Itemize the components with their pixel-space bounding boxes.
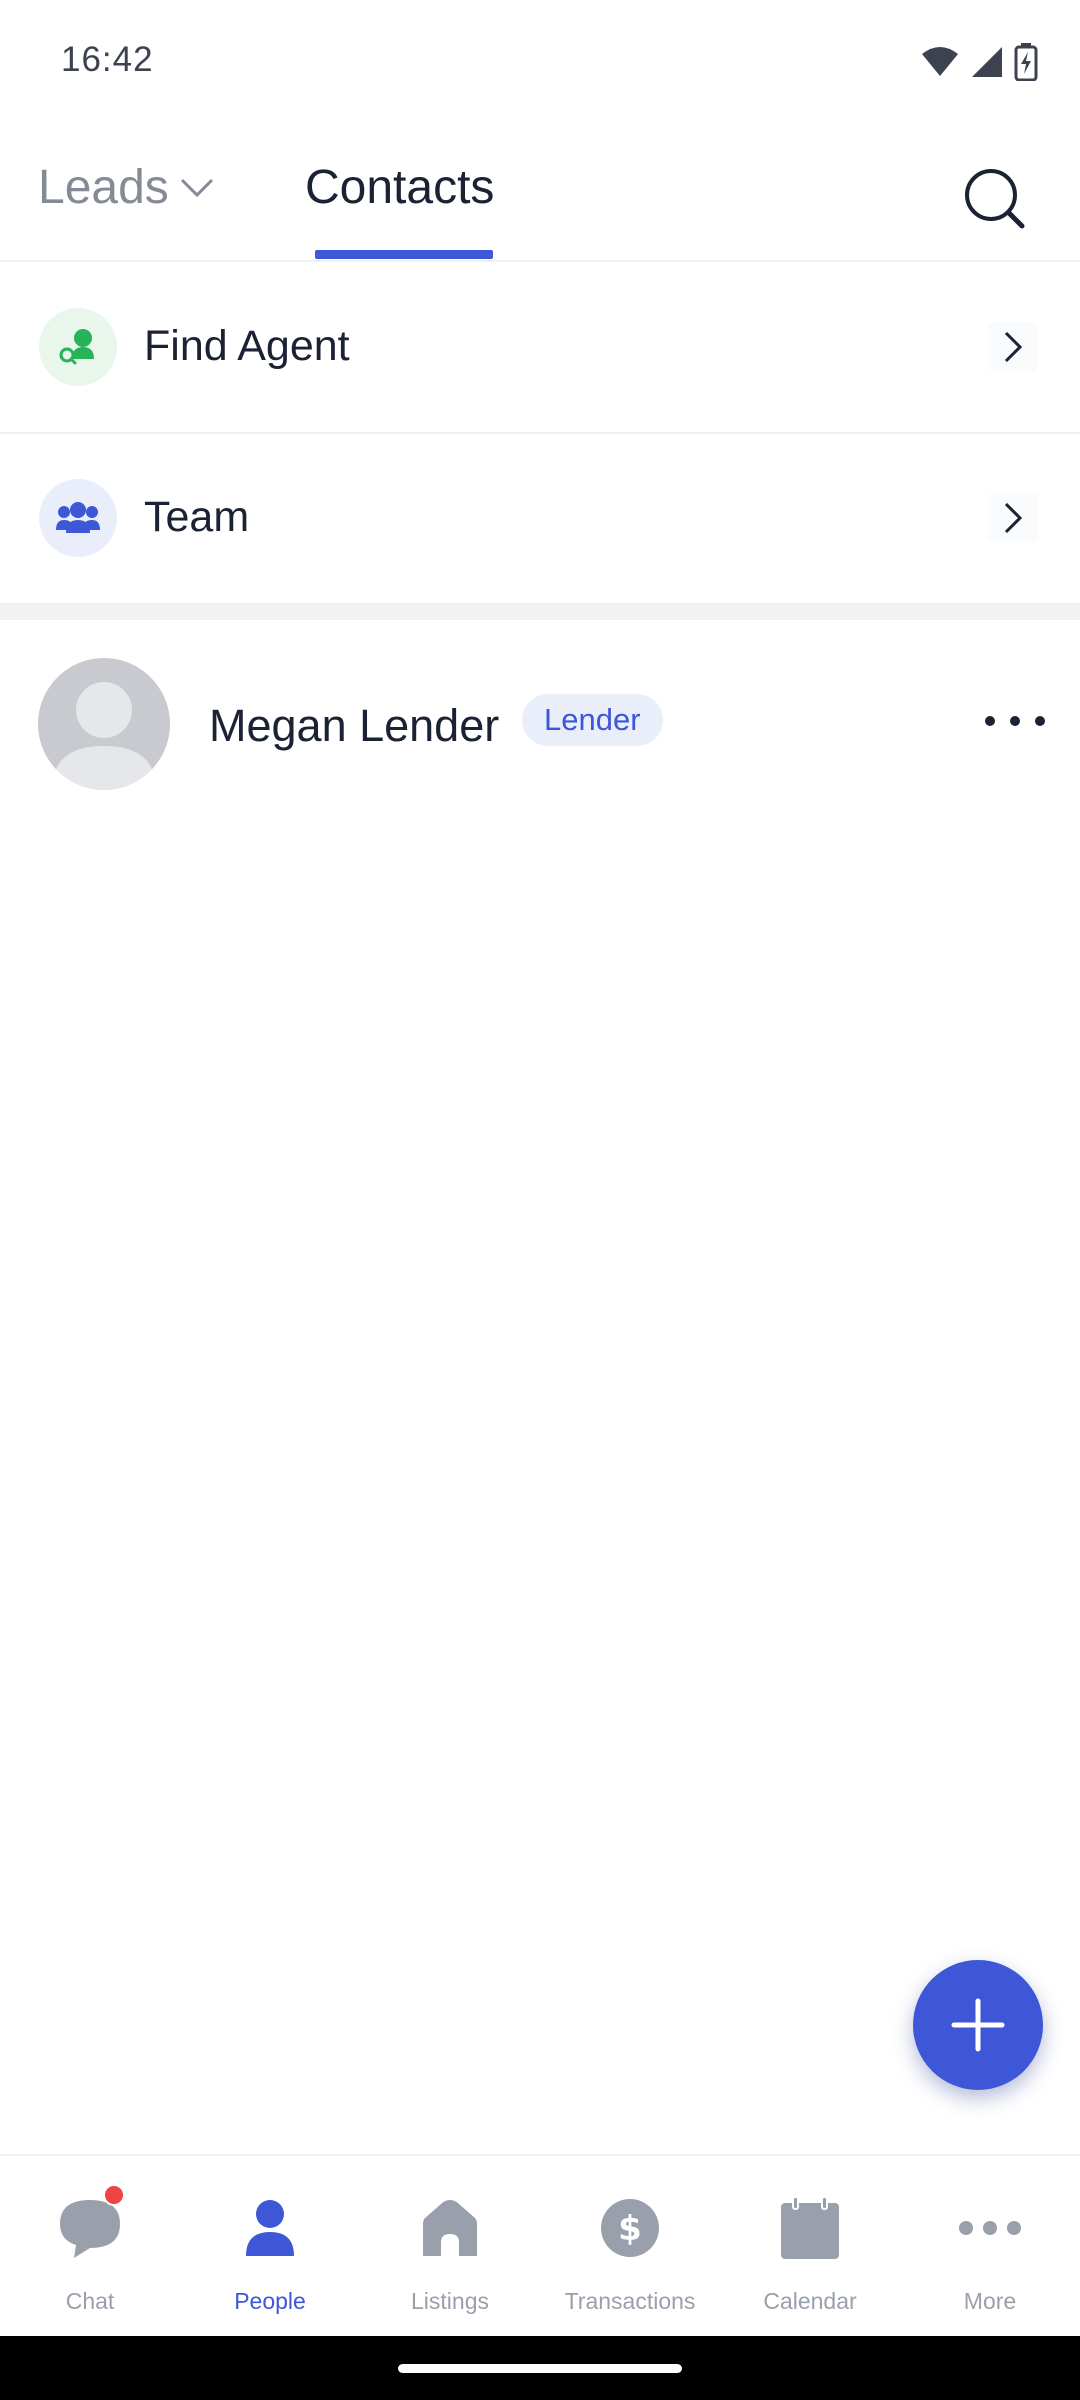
tab-header: Leads Contacts <box>0 128 1080 262</box>
nav-transactions[interactable]: $ Transactions <box>540 2156 720 2338</box>
nav-chat[interactable]: Chat <box>0 2156 180 2338</box>
plus-icon <box>951 1998 1005 2052</box>
nav-people[interactable]: People <box>180 2156 360 2338</box>
add-button[interactable] <box>913 1960 1043 2090</box>
avatar <box>38 658 170 790</box>
nav-listings[interactable]: Listings <box>360 2156 540 2338</box>
nav-people-label: People <box>234 2288 306 2314</box>
team-label: Team <box>144 493 250 541</box>
nav-more[interactable]: More <box>900 2156 1080 2338</box>
tab-contacts-label: Contacts <box>305 161 495 214</box>
nav-listings-label: Listings <box>411 2288 489 2314</box>
battery-charging-icon <box>1014 43 1038 81</box>
person-icon <box>230 2188 310 2268</box>
find-agent-label: Find Agent <box>144 322 350 370</box>
status-bar: 16:42 <box>0 0 1080 128</box>
status-time: 16:42 <box>61 40 154 79</box>
nav-calendar-label: Calendar <box>763 2288 857 2314</box>
dot <box>985 716 995 726</box>
status-icons <box>920 42 1038 82</box>
more-horizontal-icon <box>950 2188 1030 2268</box>
svg-text:$: $ <box>618 2209 642 2249</box>
chevron-right-icon <box>988 322 1038 372</box>
system-gesture-bar <box>0 2336 1080 2400</box>
find-agent-icon <box>39 308 117 386</box>
dollar-icon: $ <box>590 2188 670 2268</box>
notification-dot <box>103 2184 125 2206</box>
home-gesture-handle[interactable] <box>398 2364 682 2373</box>
avatar-placeholder-icon <box>52 682 156 790</box>
nav-chat-label: Chat <box>65 2288 115 2314</box>
tab-leads-label: Leads <box>38 161 169 214</box>
team-row[interactable]: Team <box>0 433 1080 605</box>
bottom-nav: Chat People Listings $ Transactions Cale… <box>0 2154 1080 2338</box>
signal-icon <box>972 47 1002 77</box>
nav-transactions-label: Transactions <box>564 2288 696 2314</box>
section-divider <box>0 604 1080 620</box>
calendar-icon <box>770 2188 850 2268</box>
team-icon <box>39 479 117 557</box>
role-badge: Lender <box>522 694 663 746</box>
contact-row[interactable]: Megan Lender Lender <box>0 620 1080 830</box>
nav-calendar[interactable]: Calendar <box>720 2156 900 2338</box>
wifi-icon <box>922 47 958 76</box>
house-icon <box>410 2188 490 2268</box>
search-button[interactable] <box>960 164 1030 234</box>
dot <box>1010 716 1020 726</box>
dot <box>1035 716 1045 726</box>
search-icon <box>965 169 1025 229</box>
chevron-down-icon <box>180 178 213 197</box>
tab-contacts[interactable]: Contacts <box>305 160 494 215</box>
chevron-right-icon <box>988 493 1038 543</box>
more-options-button[interactable] <box>985 706 1045 736</box>
nav-more-label: More <box>963 2288 1017 2314</box>
find-agent-row[interactable]: Find Agent <box>0 262 1080 434</box>
active-tab-indicator <box>315 250 493 259</box>
contact-name: Megan Lender <box>209 700 500 751</box>
tab-leads[interactable]: Leads <box>38 160 215 215</box>
